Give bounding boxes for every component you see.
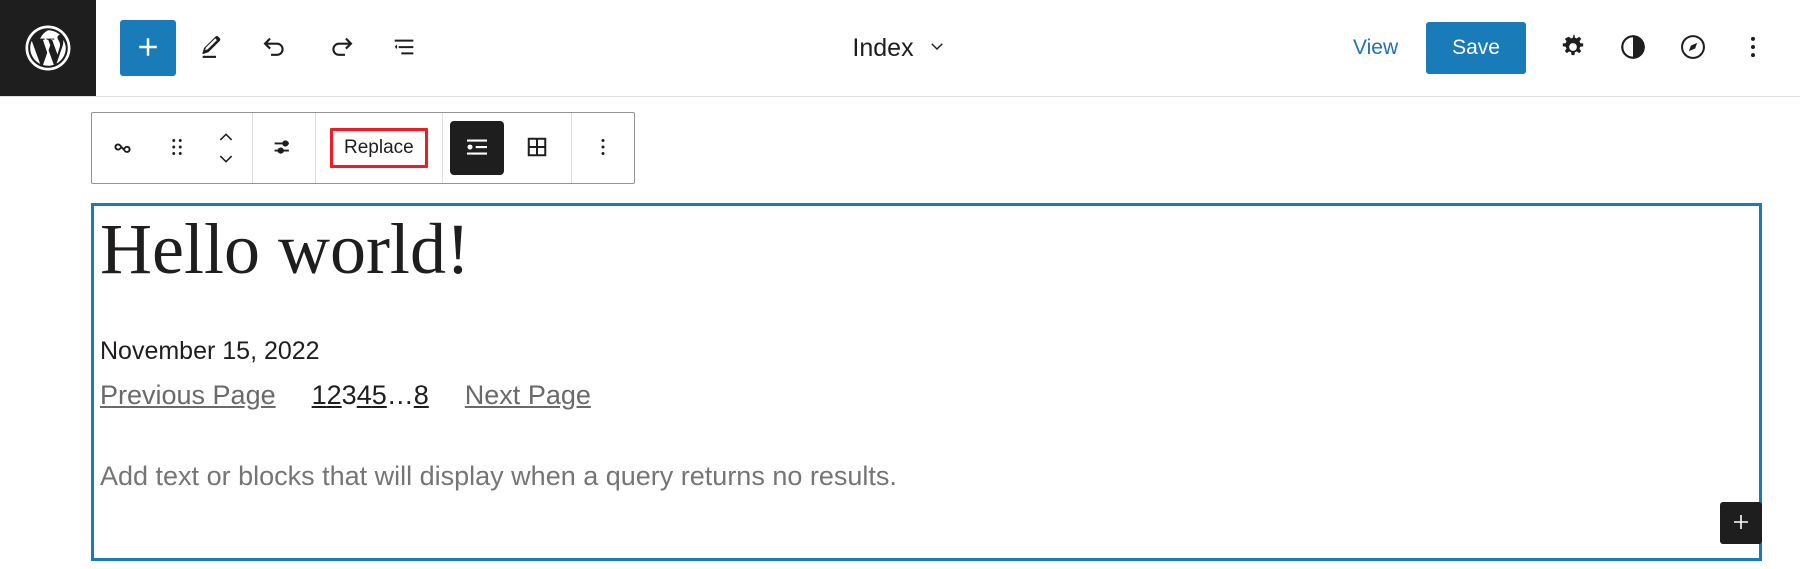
layout-toggle-group <box>443 113 572 183</box>
undo-button[interactable] <box>248 20 304 76</box>
pencil-icon <box>196 31 228 66</box>
list-view-icon <box>388 31 420 66</box>
block-appender-button[interactable] <box>1720 502 1762 544</box>
save-button[interactable]: Save <box>1426 22 1526 74</box>
block-mover-group <box>92 113 253 183</box>
plus-icon <box>133 32 163 65</box>
header-right-tools: View Save <box>1337 21 1800 75</box>
page-number-current: 3 <box>341 379 357 410</box>
add-block-button[interactable] <box>120 20 176 76</box>
query-block-inner: Hello world! November 15, 2022 Previous … <box>94 206 1759 492</box>
editor-canvas: Replace Hello world! November 15, 2022 P… <box>0 97 1800 569</box>
pagination-numbers: 1 2 3 4 5 … 8 <box>312 380 429 411</box>
page-number-last[interactable]: 8 <box>414 380 429 411</box>
settings-sliders-icon <box>269 132 299 165</box>
block-move-buttons[interactable] <box>204 113 248 183</box>
page-number-1[interactable]: 1 <box>312 380 327 411</box>
undo-icon <box>259 30 293 67</box>
editor-header: Index View Save <box>0 0 1800 97</box>
query-pagination: Previous Page 1 2 3 4 5 … 8 Next Page <box>100 380 1759 411</box>
page-number-2[interactable]: 2 <box>327 380 342 411</box>
replace-group: Replace <box>316 113 443 183</box>
block-toolbar: Replace <box>91 112 635 184</box>
header-left-tools <box>96 20 432 76</box>
list-view-button[interactable] <box>376 20 432 76</box>
no-results-placeholder[interactable]: Add text or blocks that will display whe… <box>100 461 1759 492</box>
page-number-5[interactable]: 5 <box>372 380 387 411</box>
vertical-ellipsis-icon <box>590 134 616 163</box>
block-type-button[interactable] <box>96 113 150 183</box>
document-title-label: Index <box>852 33 914 62</box>
list-layout-button[interactable] <box>449 121 504 175</box>
compass-circle-icon <box>1677 31 1709 66</box>
block-options-group <box>572 113 634 183</box>
pagination-ellipsis: … <box>386 379 414 410</box>
display-settings-group <box>253 113 316 183</box>
display-settings-button[interactable] <box>257 113 311 183</box>
contrast-circle-icon <box>1617 31 1649 66</box>
wordpress-logo-icon <box>21 21 75 75</box>
gear-icon <box>1557 31 1589 66</box>
styles-button[interactable] <box>1606 21 1660 75</box>
document-title-dropdown[interactable]: Index <box>842 26 957 71</box>
more-options-button[interactable] <box>1726 21 1780 75</box>
edit-mode-button[interactable] <box>184 20 240 76</box>
drag-handle-icon <box>164 134 190 163</box>
settings-button[interactable] <box>1546 21 1600 75</box>
view-link[interactable]: View <box>1337 28 1414 68</box>
wordpress-logo-button[interactable] <box>0 0 96 96</box>
plus-icon <box>1729 510 1753 537</box>
navigation-button[interactable] <box>1666 21 1720 75</box>
chevron-down-icon <box>926 36 948 61</box>
query-loop-icon <box>108 132 138 165</box>
post-title[interactable]: Hello world! <box>100 211 1759 288</box>
grid-layout-icon <box>522 132 552 165</box>
list-layout-icon <box>462 132 492 165</box>
chevron-up-icon[interactable] <box>214 129 238 145</box>
redo-button[interactable] <box>312 20 368 76</box>
post-date[interactable]: November 15, 2022 <box>100 337 1759 366</box>
grid-layout-button[interactable] <box>510 121 564 175</box>
block-more-options-button[interactable] <box>576 113 630 183</box>
query-loop-block[interactable]: Hello world! November 15, 2022 Previous … <box>91 203 1762 561</box>
previous-page-link[interactable]: Previous Page <box>100 380 276 411</box>
chevron-down-icon[interactable] <box>214 151 238 167</box>
redo-icon <box>323 30 357 67</box>
next-page-link[interactable]: Next Page <box>465 380 591 411</box>
replace-button[interactable]: Replace <box>330 127 428 169</box>
drag-handle-button[interactable] <box>150 113 204 183</box>
vertical-ellipsis-icon <box>1738 32 1768 65</box>
page-number-4[interactable]: 4 <box>357 380 372 411</box>
